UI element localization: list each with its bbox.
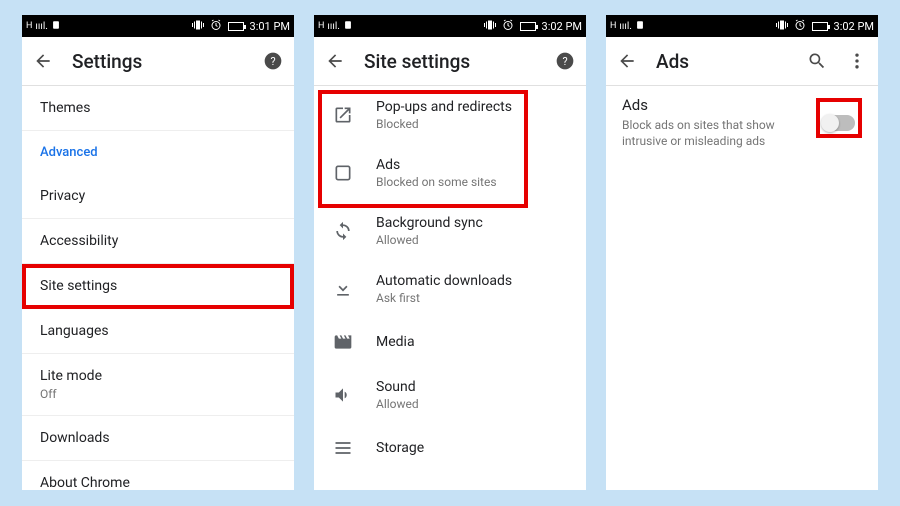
page-title: Settings bbox=[72, 50, 244, 73]
download-icon bbox=[332, 278, 354, 300]
app-header: Ads bbox=[606, 37, 878, 85]
site-item-background-sync[interactable]: Background syncAllowed bbox=[314, 202, 586, 260]
sound-icon bbox=[332, 384, 354, 406]
phone-site-settings: H ıııl. 3:02 PM Site settings ? Pop-ups … bbox=[314, 15, 586, 490]
site-item-popups[interactable]: Pop-ups and redirectsBlocked bbox=[314, 86, 586, 144]
status-bar: H ıııl. 3:02 PM bbox=[314, 15, 586, 37]
battery-icon bbox=[520, 22, 536, 31]
ads-detail: Ads Block ads on sites that show intrusi… bbox=[606, 86, 878, 159]
sim-icon bbox=[343, 20, 353, 33]
back-icon[interactable] bbox=[324, 50, 346, 72]
ads-description: Block ads on sites that show intrusive o… bbox=[622, 117, 804, 149]
page-title: Site settings bbox=[364, 50, 536, 73]
svg-text:?: ? bbox=[270, 55, 275, 68]
settings-item-languages[interactable]: Languages bbox=[22, 309, 294, 354]
search-icon[interactable] bbox=[806, 50, 828, 72]
back-icon[interactable] bbox=[616, 50, 638, 72]
more-icon[interactable] bbox=[846, 50, 868, 72]
status-bar: H ıııl. 3:01 PM bbox=[22, 15, 294, 37]
settings-item-accessibility[interactable]: Accessibility bbox=[22, 219, 294, 264]
site-item-ads[interactable]: AdsBlocked on some sites bbox=[314, 144, 586, 202]
phone-ads: H ıııl. 3:02 PM Ads Ads Block ads on sit… bbox=[606, 15, 878, 490]
app-header: Settings ? bbox=[22, 37, 294, 85]
vibrate-icon bbox=[776, 19, 788, 34]
signal-icon: ıııl. bbox=[35, 21, 48, 32]
site-item-automatic-downloads[interactable]: Automatic downloadsAsk first bbox=[314, 260, 586, 318]
alarm-icon bbox=[210, 19, 222, 34]
settings-item-lite-mode[interactable]: Lite mode Off bbox=[22, 354, 294, 416]
vibrate-icon bbox=[484, 19, 496, 34]
status-time: 3:02 PM bbox=[834, 20, 874, 33]
status-bar: H ıııl. 3:02 PM bbox=[606, 15, 878, 37]
status-time: 3:02 PM bbox=[542, 20, 582, 33]
settings-item-privacy[interactable]: Privacy bbox=[22, 174, 294, 219]
site-item-sound[interactable]: SoundAllowed bbox=[314, 366, 586, 424]
settings-item-site-settings[interactable]: Site settings bbox=[22, 264, 294, 309]
site-item-storage[interactable]: Storage bbox=[314, 424, 586, 472]
ads-toggle[interactable] bbox=[823, 115, 855, 131]
sim-icon bbox=[635, 20, 645, 33]
sync-icon bbox=[332, 220, 354, 242]
status-time: 3:01 PM bbox=[250, 20, 290, 33]
help-icon[interactable]: ? bbox=[262, 50, 284, 72]
page-title: Ads bbox=[656, 50, 788, 73]
data-type-indicator: H bbox=[318, 21, 324, 31]
back-icon[interactable] bbox=[32, 50, 54, 72]
vibrate-icon bbox=[192, 19, 204, 34]
settings-item-downloads[interactable]: Downloads bbox=[22, 416, 294, 461]
popup-icon bbox=[332, 104, 354, 126]
battery-icon bbox=[812, 22, 828, 31]
site-settings-list: Pop-ups and redirectsBlocked AdsBlocked … bbox=[314, 86, 586, 490]
alarm-icon bbox=[502, 19, 514, 34]
highlight-toggle bbox=[816, 98, 862, 138]
data-type-indicator: H bbox=[26, 21, 32, 31]
storage-icon bbox=[332, 437, 354, 459]
battery-icon bbox=[228, 22, 244, 31]
ads-icon bbox=[332, 162, 354, 184]
svg-text:?: ? bbox=[562, 55, 567, 68]
settings-item-themes[interactable]: Themes bbox=[22, 86, 294, 131]
site-item-media[interactable]: Media bbox=[314, 318, 586, 366]
signal-icon: ıııl. bbox=[619, 21, 632, 32]
help-icon[interactable]: ? bbox=[554, 50, 576, 72]
ads-label: Ads bbox=[622, 96, 804, 114]
sim-icon bbox=[51, 20, 61, 33]
signal-icon: ıııl. bbox=[327, 21, 340, 32]
phone-settings: H ıııl. 3:01 PM Settings ? Themes A bbox=[22, 15, 294, 490]
settings-list: Themes Advanced Privacy Accessibility Si… bbox=[22, 86, 294, 490]
settings-item-about-chrome[interactable]: About Chrome bbox=[22, 461, 294, 490]
settings-section-advanced: Advanced bbox=[22, 131, 294, 174]
data-type-indicator: H bbox=[610, 21, 616, 31]
media-icon bbox=[332, 331, 354, 353]
alarm-icon bbox=[794, 19, 806, 34]
app-header: Site settings ? bbox=[314, 37, 586, 85]
